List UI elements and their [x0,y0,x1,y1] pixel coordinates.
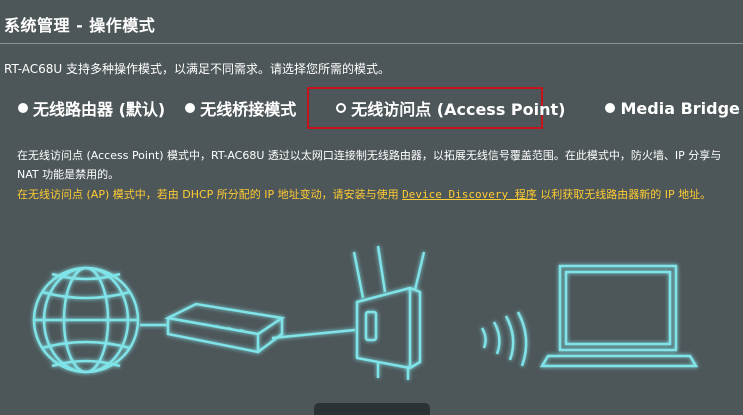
cable-line [271,328,356,340]
mode-radio-group: 无线路由器 (默认) 无线桥接模式 无线访问点 (Access Point) M… [18,96,743,120]
mode-label: 无线桥接模式 [200,100,297,119]
mode-label: 无线路由器 (默认) [33,100,166,119]
device-discovery-link[interactable]: Device Discovery 程序 [402,188,537,201]
warning-text-end: 以利获取无线路由器新的 IP 地址。 [536,188,712,201]
mode-warning-text: 在无线访问点 (AP) 模式中，若由 DHCP 所分配的 IP 地址变动，请安装… [17,185,727,204]
mode-option-media-bridge[interactable]: Media Bridge [605,98,740,118]
mode-label: Media Bridge [620,98,740,118]
router-icon [352,245,426,380]
page-description: RT-AC68U 支持多种操作模式，以满足不同需求。请选择您所需的模式。 [4,62,391,76]
radio-button[interactable] [605,103,616,113]
radio-button[interactable] [185,103,196,113]
radio-button-selected[interactable] [336,103,347,113]
bottom-apply-button[interactable] [314,403,430,415]
page-title: 系统管理 - 操作模式 [4,16,156,35]
title-divider [0,43,743,44]
laptop-icon [539,264,699,368]
mode-info-text: 在无线访问点 (Access Point) 模式中，RT-AC68U 透过以太网… [17,149,722,181]
ap-mode-illustration [32,245,699,380]
wifi-waves-icon [480,311,528,367]
mode-option-wireless-router[interactable]: 无线路由器 (默认) [18,96,165,120]
warning-text-start: 在无线访问点 (AP) 模式中，若由 DHCP 所分配的 IP 地址变动，请安装… [17,188,403,201]
radio-button[interactable] [18,103,28,113]
mode-option-repeater[interactable]: 无线桥接模式 [185,96,296,120]
modem-icon [164,302,286,354]
mode-option-access-point[interactable]: 无线访问点 (Access Point) [336,96,565,120]
mode-label: 无线访问点 (Access Point) [351,100,566,119]
globe-icon [32,266,140,374]
